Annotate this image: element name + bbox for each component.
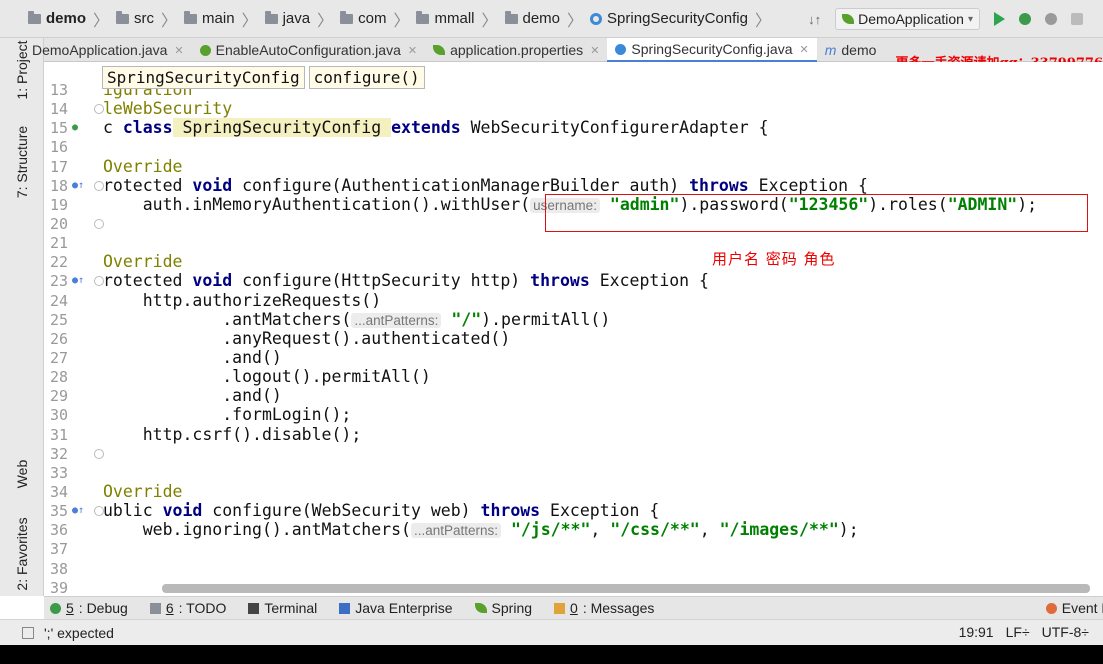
chevron-right-icon: 〉 xyxy=(241,12,258,30)
folder-icon xyxy=(340,10,354,24)
fold-icon[interactable] xyxy=(94,448,104,459)
folder-icon xyxy=(504,10,518,24)
spring-bean-icon[interactable]: ● xyxy=(72,122,78,133)
annotation-highlight-box xyxy=(545,194,1088,232)
tool-window-bar: 5: Debug 6: TODO Terminal Java Enterpris… xyxy=(44,596,1103,619)
tab-web[interactable]: Web xyxy=(14,460,30,489)
tool-java-enterprise[interactable]: Java Enterprise xyxy=(339,600,453,616)
line-separator[interactable]: LF÷ xyxy=(1006,624,1030,640)
close-icon[interactable]: ✕ xyxy=(408,44,417,57)
fold-icon[interactable] xyxy=(94,218,104,229)
breadcrumb-item[interactable]: mmall 〉 xyxy=(416,7,500,31)
chevron-right-icon: 〉 xyxy=(93,12,110,30)
code-editor[interactable]: SpringSecurityConfig configure() 13 igura… xyxy=(44,62,1103,596)
override-icon[interactable]: ●↑ xyxy=(72,180,84,191)
tab-structure[interactable]: 7: Structure xyxy=(14,126,30,198)
breadcrumb-class[interactable]: SpringSecurityConfig xyxy=(102,66,305,89)
maven-icon: m xyxy=(824,42,837,58)
status-bar: ';' expected 19:91 LF÷ UTF-8÷ xyxy=(0,619,1103,645)
chevron-right-icon: 〉 xyxy=(754,12,771,30)
tool-spring[interactable]: Spring xyxy=(474,600,532,616)
todo-icon xyxy=(149,602,161,614)
file-encoding[interactable]: UTF-8÷ xyxy=(1042,624,1089,640)
toggle-tool-windows-icon[interactable] xyxy=(22,626,34,639)
parameter-hint: ...antPatterns: xyxy=(410,523,501,539)
breadcrumb-item[interactable]: demo 〉 xyxy=(28,7,112,31)
annotation-file-icon xyxy=(199,44,211,56)
spring-icon xyxy=(474,603,487,613)
close-icon[interactable]: ✕ xyxy=(800,43,809,56)
chevron-right-icon: 〉 xyxy=(567,12,584,30)
caret-position[interactable]: 19:91 xyxy=(959,624,994,640)
horizontal-scrollbar[interactable] xyxy=(162,584,1090,593)
editor-tab-bar: DemoApplication.java ✕ EnableAutoConfigur… xyxy=(32,38,1103,71)
class-icon xyxy=(615,43,627,55)
coverage-icon[interactable] xyxy=(1045,13,1057,25)
editor-breadcrumb: SpringSecurityConfig configure() xyxy=(102,66,425,89)
tool-debug[interactable]: 5: Debug xyxy=(50,600,128,616)
breadcrumb-item[interactable]: src 〉 xyxy=(116,7,180,31)
status-message: ';' expected xyxy=(44,624,114,641)
sort-icon[interactable]: ↓↑ xyxy=(808,12,821,27)
folder-icon xyxy=(184,10,198,24)
tool-terminal[interactable]: Terminal xyxy=(248,600,317,616)
tab-project[interactable]: 1: Project xyxy=(14,40,30,99)
breadcrumb-item[interactable]: main 〉 xyxy=(184,7,261,31)
spring-boot-icon xyxy=(842,14,855,24)
run-toolbar: ↓↑ DemoApplication ▾ xyxy=(808,0,1103,38)
parameter-hint: ...antPatterns: xyxy=(351,312,442,328)
tool-messages[interactable]: 0: Messages xyxy=(554,600,654,616)
breadcrumb-item[interactable]: SpringSecurityConfig 〉 xyxy=(590,7,774,31)
run-config-dropdown[interactable]: DemoApplication ▾ xyxy=(835,8,980,30)
annotation-note: 用户名 密码 角色 xyxy=(712,250,836,268)
tab-favorites[interactable]: 2: Favorites xyxy=(14,517,30,590)
tab-enable-auto-configuration[interactable]: EnableAutoConfiguration.java ✕ xyxy=(192,38,425,62)
java-enterprise-icon xyxy=(339,602,351,614)
chevron-right-icon: 〉 xyxy=(481,12,498,30)
folder-icon xyxy=(264,10,278,24)
breadcrumb-item[interactable]: java 〉 xyxy=(264,7,337,31)
folder-icon xyxy=(416,10,430,24)
properties-file-icon xyxy=(433,45,446,55)
breadcrumb-method[interactable]: configure() xyxy=(308,66,425,89)
tool-todo[interactable]: 6: TODO xyxy=(149,600,226,616)
override-icon[interactable]: ●↑ xyxy=(72,275,84,286)
navigation-bar: demo 〉 src 〉 main 〉 java 〉 com 〉 mmall 〉 demo 〉… xyxy=(0,0,1103,38)
tool-event-log[interactable]: Event Lo xyxy=(1045,600,1103,616)
tab-demo-application[interactable]: DemoApplication.java ✕ xyxy=(32,38,192,62)
close-icon[interactable]: ✕ xyxy=(590,44,599,57)
terminal-icon xyxy=(248,602,260,614)
breadcrumb-item[interactable]: com 〉 xyxy=(340,7,412,31)
folder-icon xyxy=(116,10,130,24)
debug-icon xyxy=(50,602,61,614)
close-icon[interactable]: ✕ xyxy=(174,44,183,57)
chevron-right-icon: 〉 xyxy=(161,12,178,30)
class-icon xyxy=(590,12,603,25)
chevron-right-icon: 〉 xyxy=(393,12,410,30)
chevron-down-icon: ▾ xyxy=(967,13,973,25)
debug-icon[interactable] xyxy=(1019,13,1031,25)
override-icon[interactable]: ●↑ xyxy=(72,505,84,516)
tab-application-properties[interactable]: application.properties ✕ xyxy=(425,38,607,62)
tab-spring-security-config[interactable]: SpringSecurityConfig.java ✕ xyxy=(607,38,817,62)
ide-window: demo 〉 src 〉 main 〉 java 〉 com 〉 mmall 〉 demo 〉… xyxy=(0,0,1103,645)
run-icon[interactable] xyxy=(994,12,1005,26)
status-right: 19:91 LF÷ UTF-8÷ xyxy=(959,624,1089,640)
breadcrumb-item[interactable]: demo 〉 xyxy=(504,7,587,31)
chevron-right-icon: 〉 xyxy=(317,12,334,30)
left-tool-strip: 1: Project 7: Structure Web 2: Favorites xyxy=(0,38,44,596)
messages-icon xyxy=(554,602,566,614)
event-log-icon xyxy=(1045,602,1057,614)
folder-icon xyxy=(28,10,41,24)
tab-demo[interactable]: m demo xyxy=(817,38,885,62)
stop-icon[interactable] xyxy=(1071,13,1083,25)
